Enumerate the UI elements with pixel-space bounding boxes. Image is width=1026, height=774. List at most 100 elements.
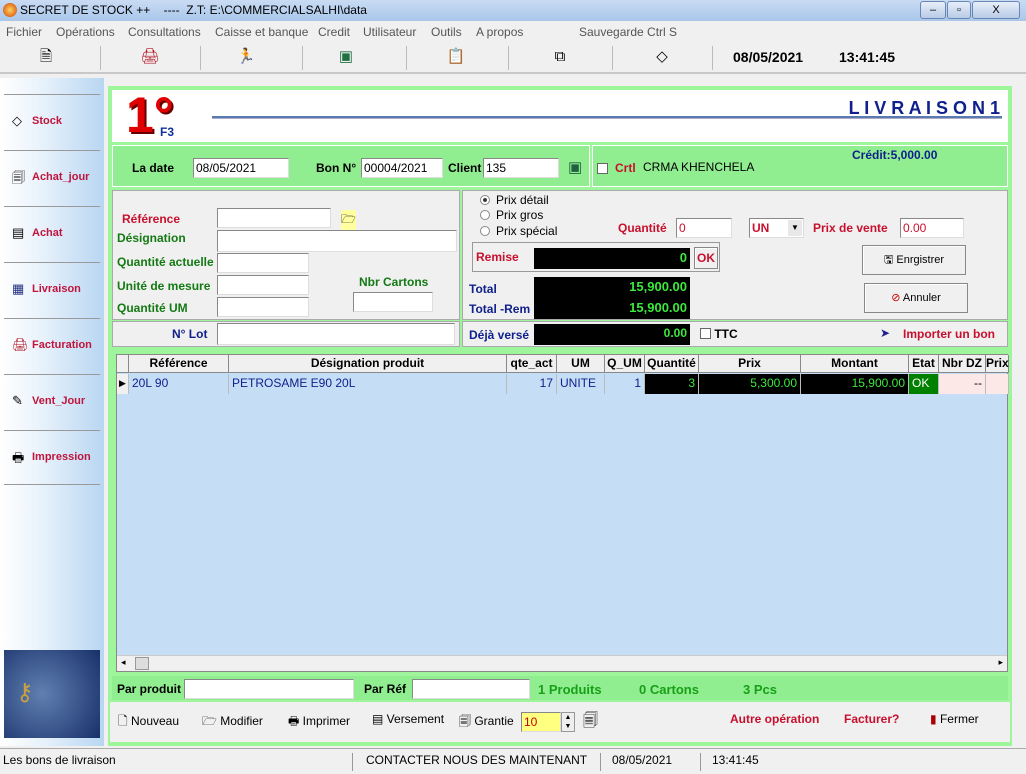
client-search-icon[interactable]: ▣ [568,158,582,176]
facturer-button[interactable]: Facturer? [844,712,899,726]
page-title: L I V R A I S O N 1 [848,98,1000,118]
quantite-label: Quantité [618,221,667,235]
par-ref-input[interactable] [412,679,530,699]
col-um[interactable]: UM [557,355,605,373]
versement-button[interactable]: ▤ Versement [372,712,444,726]
sidebar-item-achat[interactable]: ▤ Achat [4,206,100,261]
reference-input[interactable] [217,208,331,228]
remise-label: Remise [476,250,519,264]
modifier-button[interactable]: 🗁 Modifier [202,712,263,733]
key-icon: ⚷ [16,679,34,706]
enregistrer-button[interactable]: 🖫 Enrgistrer [862,245,966,275]
sidebar-item-achat-jour[interactable]: 🗐 Achat_jour [4,150,100,205]
importer-button[interactable]: Importer un bon [903,327,995,341]
restore-button[interactable]: ▫ [947,1,971,19]
grantie-input[interactable]: 10 [521,712,561,732]
radio-prix-detail[interactable]: Prix détail [480,193,549,207]
menu-bar: Fichier Opérations Consultations Caisse … [0,21,1026,42]
radio-prix-gros[interactable]: Prix gros [480,208,543,222]
runner-icon[interactable]: 🏃 [226,46,266,68]
lot-input[interactable] [217,323,455,345]
sidebar-item-impression[interactable]: 🖶 Impression [4,430,100,485]
toolbar-time: 13:41:45 [839,49,896,65]
credit-value: Crédit:5,000.00 [852,148,938,162]
menu-credit[interactable]: Credit [318,25,350,39]
paint-icon: ✎ [12,393,23,408]
menu-fichier[interactable]: Fichier [6,25,42,39]
report-icon: 🗐 [12,170,25,185]
book-icon[interactable]: ◇ [642,46,682,68]
crtl-checkbox[interactable] [597,162,608,176]
title-bar: SECRET DE STOCK ++ ---- Z.T: E:\COMMERCI… [0,0,1026,21]
date-input[interactable]: 08/05/2021 [193,158,289,178]
row-indicator-icon: ▶ [117,374,129,394]
close-button[interactable]: X [972,1,1020,19]
menu-consultations[interactable]: Consultations [128,25,201,39]
prix-vente-input[interactable]: 0.00 [900,218,964,238]
client-label: Client [448,161,482,175]
annuler-button[interactable]: ⊘ Annuler [864,283,968,313]
printer-icon: 🖨 [12,337,29,352]
menu-outils[interactable]: Outils [431,25,462,39]
remise-value[interactable]: 0 [534,248,690,269]
printer-icon[interactable]: 🖨 [130,46,170,68]
document-icon[interactable]: 🗎 [26,46,66,68]
key-logo: ⚷ [4,650,100,738]
notes-icon[interactable]: 📋 [436,46,476,68]
nbr-cartons-input[interactable] [353,292,433,312]
exit-icon[interactable]: ▣ [326,46,366,68]
fermer-button[interactable]: ▮ Fermer [930,712,979,726]
bon-input[interactable]: 00004/2021 [361,158,443,178]
menu-apropos[interactable]: A propos [476,25,523,39]
client-input[interactable]: 135 [483,158,559,178]
sidebar-item-livraison[interactable]: ▦ Livraison [4,262,100,317]
par-produit-input[interactable] [184,679,354,699]
col-q-um[interactable]: Q_UM [605,355,645,373]
minimize-button[interactable]: – [920,1,946,19]
grantie-button[interactable]: 🗐 Grantie [459,712,514,733]
col-etat[interactable]: Etat [909,355,939,373]
sidebar-item-vent-jour[interactable]: ✎ Vent_Jour [4,374,100,429]
col-reference[interactable]: Référence [129,355,229,373]
qte-actuelle-input[interactable] [217,253,309,273]
col-montant[interactable]: Montant [801,355,909,373]
col-qte-act[interactable]: qte_act [507,355,557,373]
chevron-down-icon: ▼ [788,220,802,236]
col-nbr-dz[interactable]: Nbr DZ [939,355,986,373]
horizontal-scrollbar[interactable]: ◂ ▸ [117,655,1007,671]
quantite-input[interactable]: 0 [676,218,732,238]
autre-operation-button[interactable]: Autre opération [730,712,819,726]
grantie-print-icon[interactable]: 🗐 [583,710,598,735]
nouveau-button[interactable]: 🗋 Nouveau [118,712,179,733]
menu-sauvegarde[interactable]: Sauvegarde Ctrl S [579,25,677,39]
status-date: 08/05/2021 [612,753,673,767]
lookup-icon[interactable]: 🗁 [341,210,356,231]
import-icon: ➤ [880,326,891,340]
col-designation[interactable]: Désignation produit [229,355,507,373]
unit-select[interactable]: UN ▼ [749,218,804,238]
menu-utilisateur[interactable]: Utilisateur [363,25,416,39]
designation-label: Désignation [117,231,186,245]
menu-caisse[interactable]: Caisse et banque [215,25,308,39]
grantie-spinner[interactable]: ▲ ▼ [561,712,575,732]
col-prix2[interactable]: Prix [986,355,1009,373]
designation-input[interactable] [217,230,457,252]
toolbar-date: 08/05/2021 [733,49,804,65]
unite-input[interactable] [217,275,309,295]
col-quantite[interactable]: Quantité [645,355,699,373]
remise-ok-button[interactable]: OK [694,247,718,269]
col-prix[interactable]: Prix [699,355,801,373]
pcs-count: 3 Pcs [743,682,777,697]
copy-icon[interactable]: ⧉ [540,46,580,68]
status-contact: CONTACTER NOUS DES MAINTENANT [366,753,588,767]
menu-operations[interactable]: Opérations [56,25,115,39]
scroll-thumb [135,657,149,670]
imprimer-button[interactable]: 🖶 Imprimer [288,712,350,733]
sidebar-item-stock[interactable]: ◇ Stock [4,94,100,149]
radio-prix-special[interactable]: Prix spécial [480,224,557,238]
cancel-icon: ⊘ [891,292,903,304]
qte-um-input[interactable] [217,297,309,317]
ttc-checkbox[interactable]: TTC [700,327,738,341]
reference-label: Référence [122,212,181,226]
sidebar-item-facturation[interactable]: 🖨 Facturation [4,318,100,373]
